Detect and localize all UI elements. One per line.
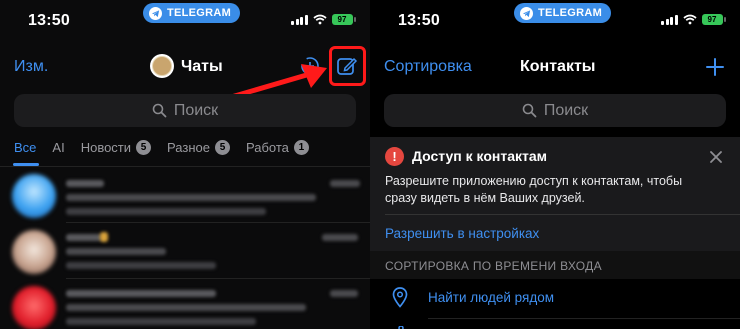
telegram-icon	[520, 6, 533, 20]
chat-row[interactable]	[0, 170, 370, 228]
tab-news[interactable]: Новости 5	[80, 140, 152, 155]
row-divider	[66, 278, 370, 279]
avatar	[12, 174, 56, 218]
tab-all-label: Все	[14, 140, 37, 155]
search-icon	[152, 103, 167, 118]
find-nearby-row[interactable]: Найти людей рядом	[370, 279, 740, 317]
sort-button[interactable]: Сортировка	[384, 58, 472, 76]
battery-icon: 97	[701, 14, 726, 25]
battery-icon: 97	[331, 14, 356, 25]
tab-news-label: Новости	[80, 140, 132, 155]
telegram-pill: TELEGRAM	[514, 3, 612, 23]
next-row-icon	[394, 323, 408, 329]
pill-label: TELEGRAM	[167, 7, 232, 19]
chats-screen: 13:50 TELEGRAM 97 Изм. Чаты Поиск Все AI…	[0, 0, 370, 329]
tab-work-label: Работа	[245, 140, 289, 155]
tab-misc[interactable]: Разное 5	[167, 140, 230, 155]
tab-all[interactable]: Все	[14, 140, 36, 155]
tab-work[interactable]: Работа 1	[246, 140, 309, 155]
status-icons: 97	[661, 14, 726, 25]
location-pin-icon	[392, 287, 408, 313]
pill-label: TELEGRAM	[538, 7, 603, 19]
close-icon[interactable]	[710, 150, 722, 163]
tab-misc-label: Разное	[167, 140, 210, 155]
tab-ai-label: AI	[52, 140, 65, 155]
signal-icon	[291, 14, 308, 25]
wifi-icon	[312, 14, 327, 25]
banner-title: Доступ к контактам	[412, 148, 548, 164]
warning-icon: !	[385, 147, 404, 166]
chat-row[interactable]	[0, 226, 370, 284]
banner-divider	[385, 214, 740, 215]
chats-avatar	[150, 54, 174, 78]
tab-work-badge: 1	[293, 140, 309, 155]
telegram-icon	[149, 6, 162, 20]
row-divider	[66, 222, 370, 223]
search-field[interactable]: Поиск	[14, 94, 356, 127]
row-divider	[428, 318, 740, 319]
wifi-icon	[682, 14, 697, 25]
plus-icon[interactable]	[706, 58, 724, 76]
tab-ai[interactable]: AI	[52, 140, 64, 155]
search-field[interactable]: Поиск	[384, 94, 726, 127]
section-header-label: СОРТИРОВКА ПО ВРЕМЕНИ ВХОДА	[385, 259, 602, 273]
compose-icon[interactable]	[336, 55, 358, 77]
contacts-permission-banner: ! Доступ к контактам Разрешите приложени…	[370, 137, 740, 251]
status-icons: 97	[291, 14, 356, 25]
section-header: СОРТИРОВКА ПО ВРЕМЕНИ ВХОДА	[370, 251, 740, 279]
tabs-divider	[0, 166, 370, 167]
avatar	[12, 230, 56, 274]
page-title: Контакты	[520, 58, 596, 75]
find-nearby-label: Найти людей рядом	[428, 290, 554, 305]
edit-button[interactable]: Изм.	[14, 58, 48, 76]
search-placeholder: Поиск	[543, 101, 589, 119]
folder-tabs: Все AI Новости 5 Разное 5 Работа 1	[14, 140, 309, 155]
status-time: 13:50	[398, 12, 440, 29]
allow-in-settings-link[interactable]: Разрешить в настройках	[385, 226, 539, 241]
chat-row[interactable]	[0, 282, 370, 329]
tab-misc-badge: 5	[214, 140, 230, 155]
tab-news-badge: 5	[136, 140, 152, 155]
status-time: 13:50	[28, 12, 70, 29]
search-placeholder: Поиск	[173, 101, 219, 119]
signal-icon	[661, 14, 678, 25]
banner-text: Разрешите приложению доступ к контактам,…	[385, 174, 683, 205]
contacts-screen: 13:50 TELEGRAM 97 Сортировка Контакты По…	[370, 0, 740, 329]
avatar	[12, 286, 56, 329]
telegram-pill: TELEGRAM	[143, 3, 241, 23]
search-icon	[522, 103, 537, 118]
